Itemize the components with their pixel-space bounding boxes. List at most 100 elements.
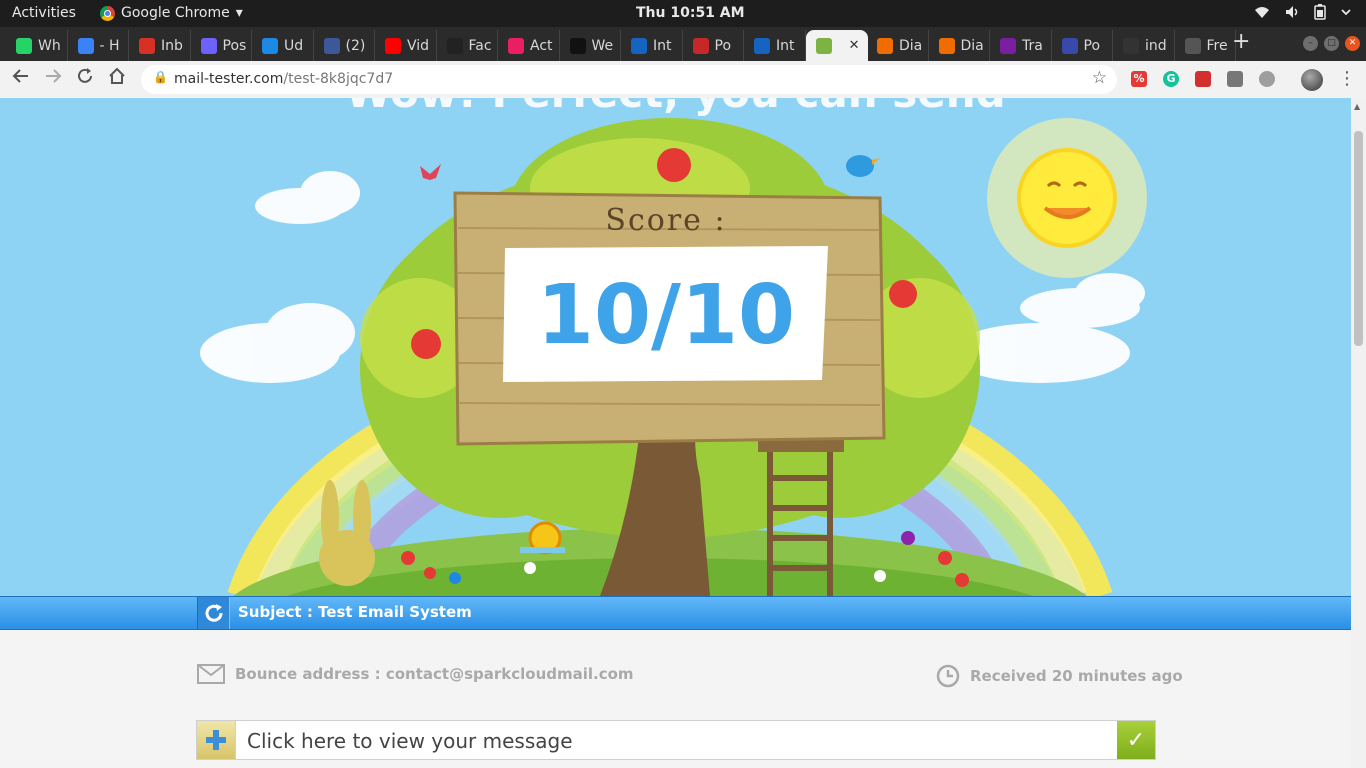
subject-text: Subject : Test Email System [238,603,472,621]
browser-tab[interactable]: Int [744,30,806,61]
chrome-icon [100,5,115,21]
minimize-button[interactable]: – [1303,36,1318,51]
browser-tab[interactable]: (2) [314,30,375,61]
window-controls: – □ ✕ [1303,36,1360,51]
chrome-menu-icon[interactable]: ⋮ [1338,68,1356,89]
browser-tab[interactable]: Int [621,30,683,61]
tab-label: Int [776,37,795,54]
tab-label: Po [1083,37,1101,54]
tab-label: Act [530,37,553,54]
close-tab-icon[interactable]: ✕ [849,38,860,53]
back-arrow-icon [12,69,28,83]
video-icon [200,37,217,54]
subject-bar: Subject : Test Email System [0,596,1351,630]
tab-label: ind [1145,37,1167,54]
browser-tab[interactable]: - H [68,30,129,61]
tab-label: Ud [284,37,304,54]
page-scrollbar[interactable]: ▲ [1351,98,1366,768]
expand-plus-icon[interactable] [197,721,236,759]
bounce-address: Bounce address : contact@sparkcloudmail.… [197,664,634,684]
envelope-icon [197,664,225,684]
scroll-up-icon[interactable]: ▲ [1354,102,1360,111]
tab-label: Dia [960,37,984,54]
scrollbar-thumb[interactable] [1354,131,1363,346]
tab-label: Pos [222,37,247,54]
gmail-icon [139,37,155,54]
extension-percent-icon[interactable]: % [1131,71,1147,87]
os-top-bar: Activities Google Chrome ▾ Thu 10:51 AM [0,0,1366,27]
tab-label: Tra [1022,37,1043,54]
browser-tab[interactable]: Po [1052,30,1113,61]
site-icon [754,37,770,54]
maximize-button[interactable]: □ [1324,36,1339,51]
reload-icon [78,68,92,83]
tab-label: Int [653,37,672,54]
lock-icon[interactable]: 🔒 [153,70,168,84]
close-window-button[interactable]: ✕ [1345,36,1360,51]
extension-hex-icon[interactable] [1259,71,1275,87]
app-menu[interactable]: Google Chrome ▾ [100,5,243,21]
feather-icon [77,37,94,54]
home-button[interactable] [105,67,129,91]
butterfly-icon [420,164,441,180]
score-hero: Wow! Perfect, you can send [0,98,1351,596]
new-tab-button[interactable]: + [1232,31,1250,53]
clock-icon [936,664,960,688]
browser-tab[interactable]: Dia [867,30,929,61]
clock[interactable]: Thu 10:51 AM [636,5,745,21]
forward-button[interactable] [41,67,65,91]
tab-label: Vid [407,37,430,54]
tab-label: Po [714,37,732,54]
browser-tab[interactable]: Fre [1175,30,1236,61]
browser-tab[interactable]: Dia [929,30,990,61]
battery-icon [1314,4,1326,20]
gear-red-icon [692,37,709,54]
browser-tab[interactable]: Tra [990,30,1052,61]
browser-toolbar: 🔒 mail-tester.com/test-8k8jqc7d7 ☆ % G ⋮ [0,61,1366,99]
bounce-address-text: Bounce address : contact@sparkcloudmail.… [235,665,634,683]
tab-label: Fre [1206,37,1228,54]
browser-tab[interactable]: Inb [129,30,191,61]
refresh-button[interactable] [197,597,230,629]
volume-icon [1286,6,1298,18]
browser-tab[interactable]: ind [1113,30,1175,61]
grammarly-icon[interactable]: G [1163,71,1179,87]
page-content: Wow! Perfect, you can send [0,98,1351,768]
brackets-icon [1061,37,1078,54]
tree-illustration: Score : 10/10 [200,118,1147,596]
tab-label: Inb [161,37,183,54]
browser-tab[interactable]: Pos [191,30,252,61]
extension-red-icon[interactable] [1195,71,1211,87]
reload-button[interactable] [73,67,97,91]
browser-tab[interactable]: Wh [6,30,68,61]
back-button[interactable] [9,67,33,91]
diamond-icon [938,37,955,54]
extension-gray-icon[interactable] [1227,71,1243,87]
checkmark-icon: ✓ [1117,721,1155,759]
tab-strip: Wh - H Inb Pos Ud (2) Vid Fac Act We Int Po Int ✕ Dia D… [0,27,1366,61]
sun-icon [987,118,1147,278]
browser-tab[interactable]: Po [683,30,744,61]
browser-tab[interactable]: We [560,30,621,61]
browser-tab[interactable]: Ud [252,30,314,61]
facebook-icon [323,37,340,54]
tab-active[interactable]: ✕ [805,30,868,61]
browser-tab[interactable]: Vid [375,30,437,61]
diamond-icon [877,37,893,54]
view-message-button[interactable]: Click here to view your message ✓ [196,720,1156,760]
udemy-icon [262,37,278,54]
profile-avatar[interactable] [1301,69,1323,91]
github-icon [446,37,463,54]
tab-label: (2) [345,37,366,54]
system-tray[interactable] [1254,4,1352,20]
wt-icon [569,37,586,54]
browser-tab[interactable]: Act [498,30,560,61]
activities-button[interactable]: Activities [12,5,76,21]
address-bar[interactable]: 🔒 mail-tester.com/test-8k8jqc7d7 ☆ [141,65,1117,94]
colorful-icon [508,37,524,54]
power-menu-icon [1341,9,1351,16]
bookmark-star-icon[interactable]: ☆ [1092,68,1107,88]
received-time-text: Received 20 minutes ago [970,667,1183,685]
refresh-icon [205,604,223,622]
browser-tab[interactable]: Fac [437,30,498,61]
